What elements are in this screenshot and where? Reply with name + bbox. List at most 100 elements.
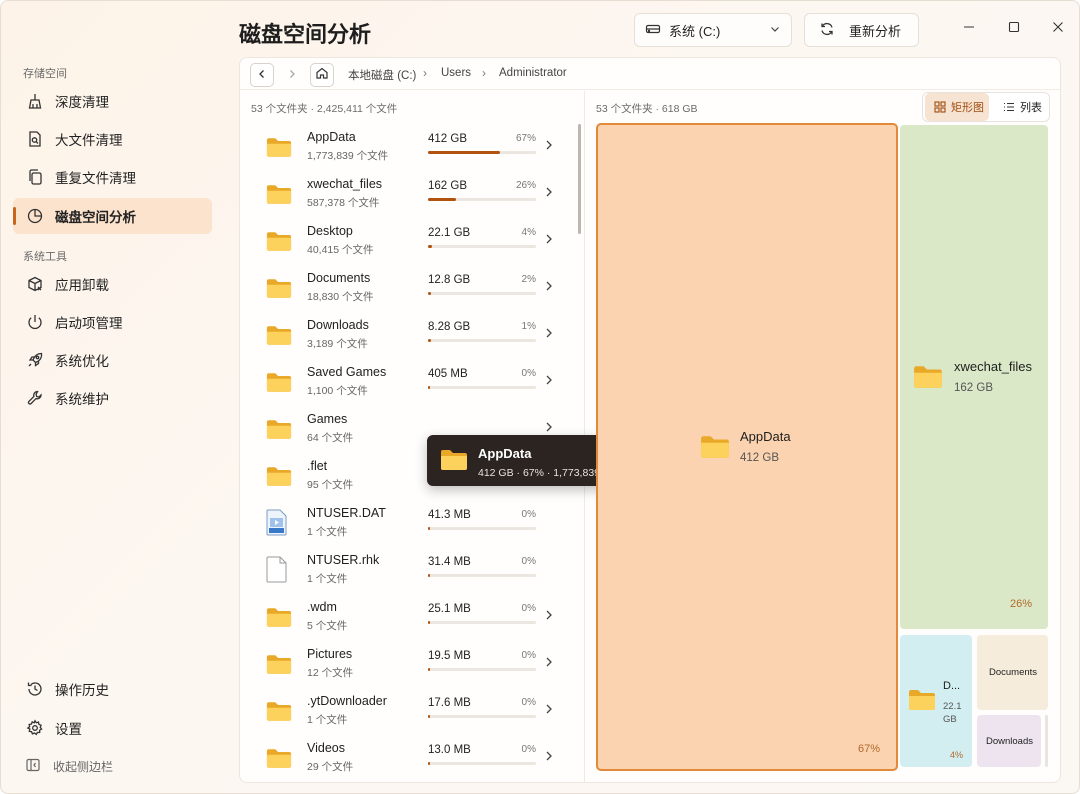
list-item[interactable]: NTUSER.DAT 1 个文件 41.3 MB 0% bbox=[240, 500, 580, 547]
breadcrumb-item-current: Administrator bbox=[499, 67, 567, 79]
list-item[interactable]: Downloads 3,189 个文件 8.28 GB 1% bbox=[240, 312, 580, 359]
forward-button[interactable] bbox=[280, 63, 304, 87]
drive-select-value: 系统 (C:) bbox=[669, 23, 721, 39]
gear-icon bbox=[25, 718, 45, 738]
chevron-right-icon[interactable] bbox=[544, 749, 554, 767]
chevron-right-icon[interactable] bbox=[544, 608, 554, 626]
sidebar-item-settings[interactable]: 设置 bbox=[13, 710, 212, 746]
list-item[interactable]: Pictures 12 个文件 19.5 MB 0% bbox=[240, 641, 580, 688]
collapse-sidebar-button[interactable]: 收起侧边栏 bbox=[25, 757, 113, 776]
sidebar-item-history[interactable]: 操作历史 bbox=[13, 671, 212, 707]
item-percent: 0% bbox=[521, 603, 536, 614]
item-file-count: 29 个文件 bbox=[307, 761, 354, 773]
item-percent: 0% bbox=[521, 697, 536, 708]
breadcrumb-item-users[interactable]: Users bbox=[441, 67, 471, 79]
minimize-button[interactable] bbox=[959, 19, 979, 39]
breadcrumb-item-drive[interactable]: 本地磁盘 (C:) bbox=[348, 67, 416, 83]
item-name: Desktop bbox=[307, 224, 353, 238]
sidebar-item-large-files[interactable]: 大文件清理 bbox=[13, 121, 212, 157]
sidebar-item-deep-clean[interactable]: 深度清理 bbox=[13, 83, 212, 119]
minimize-icon bbox=[963, 20, 975, 38]
folder-icon bbox=[266, 231, 292, 257]
folder-icon bbox=[266, 419, 292, 445]
chevron-left-icon bbox=[257, 66, 267, 84]
page-title: 磁盘空间分析 bbox=[239, 22, 372, 47]
item-name: .flet bbox=[307, 459, 328, 473]
view-treemap-button[interactable]: 矩形图 bbox=[925, 93, 989, 121]
folder-icon bbox=[913, 365, 943, 394]
chevron-right-icon[interactable] bbox=[544, 232, 554, 250]
item-usage-bar bbox=[428, 621, 536, 624]
item-file-count: 18,830 个文件 bbox=[307, 291, 374, 303]
treemap-tile-documents[interactable]: Documents bbox=[977, 635, 1048, 710]
sidebar-item-duplicate-files[interactable]: 重复文件清理 bbox=[13, 159, 212, 195]
item-file-count: 587,378 个文件 bbox=[307, 197, 380, 209]
list-item[interactable]: Desktop 40,415 个文件 22.1 GB 4% bbox=[240, 218, 580, 265]
home-button[interactable] bbox=[310, 63, 334, 87]
chevron-right-icon[interactable] bbox=[544, 702, 554, 720]
list-item[interactable]: .ytDownloader 1 个文件 17.6 MB 0% bbox=[240, 688, 580, 735]
item-size: 25.1 MB bbox=[428, 603, 471, 615]
item-file-count: 1 个文件 bbox=[307, 714, 348, 726]
folder-icon bbox=[266, 466, 292, 492]
chevron-down-icon bbox=[769, 23, 781, 38]
sidebar-item-label: 系统优化 bbox=[55, 354, 109, 369]
item-usage-fill bbox=[428, 527, 430, 530]
list-item[interactable]: .wdm 5 个文件 25.1 MB 0% bbox=[240, 594, 580, 641]
treemap-tile-appdata[interactable]: AppData 412 GB 67% bbox=[596, 123, 898, 771]
refresh-icon bbox=[819, 21, 835, 40]
back-button[interactable] bbox=[250, 63, 274, 87]
chevron-right-icon[interactable] bbox=[544, 279, 554, 297]
sidebar-item-optimize[interactable]: 系统优化 bbox=[13, 342, 212, 378]
folder-icon bbox=[266, 325, 292, 351]
tile-size: 162 GB bbox=[954, 382, 993, 394]
chevron-right-icon[interactable] bbox=[544, 326, 554, 344]
list-item[interactable]: xwechat_files 587,378 个文件 162 GB 26% bbox=[240, 171, 580, 218]
maximize-button[interactable] bbox=[1004, 19, 1024, 39]
treemap-tile-downloads[interactable]: Downloads bbox=[977, 715, 1041, 767]
treemap-tile-other[interactable] bbox=[1045, 715, 1048, 767]
list-item[interactable]: NTUSER.rhk 1 个文件 31.4 MB 0% bbox=[240, 547, 580, 594]
sidebar-item-startup[interactable]: 启动项管理 bbox=[13, 304, 212, 340]
close-icon bbox=[1052, 20, 1064, 38]
drive-select[interactable]: 系统 (C:) bbox=[634, 13, 792, 47]
list-item[interactable]: AppData 1,773,839 个文件 412 GB 67% bbox=[240, 124, 580, 171]
list-item[interactable]: Saved Games 1,100 个文件 405 MB 0% bbox=[240, 359, 580, 406]
view-list-button[interactable]: 列表 bbox=[995, 93, 1049, 121]
treemap-tile-xwechat-files[interactable]: xwechat_files 162 GB 26% bbox=[900, 125, 1048, 629]
sidebar-item-maintenance[interactable]: 系统维护 bbox=[13, 380, 212, 416]
folder-icon bbox=[266, 184, 292, 210]
item-size: 41.3 MB bbox=[428, 509, 471, 521]
sidebar-item-label: 大文件清理 bbox=[55, 133, 123, 148]
item-usage-bar bbox=[428, 245, 536, 248]
sidebar-item-uninstall[interactable]: 应用卸载 bbox=[13, 266, 212, 302]
treemap-tile-desktop[interactable]: D... 22.1 GB 4% bbox=[900, 635, 972, 767]
item-name: Downloads bbox=[307, 318, 369, 332]
item-name: Games bbox=[307, 412, 348, 426]
item-size: 405 MB bbox=[428, 368, 468, 380]
item-usage-bar bbox=[428, 339, 536, 342]
list-item[interactable]: Videos 29 个文件 13.0 MB 0% bbox=[240, 735, 580, 782]
item-file-count: 1 个文件 bbox=[307, 573, 348, 585]
list-scrollbar[interactable] bbox=[578, 124, 581, 234]
rescan-button[interactable]: 重新分析 bbox=[804, 13, 919, 47]
rocket-icon bbox=[25, 350, 45, 370]
item-percent: 0% bbox=[521, 650, 536, 661]
item-percent: 0% bbox=[521, 744, 536, 755]
item-file-count: 1,100 个文件 bbox=[307, 385, 368, 397]
item-percent: 67% bbox=[515, 133, 536, 144]
chevron-right-icon[interactable] bbox=[544, 138, 554, 156]
chevron-right-icon[interactable] bbox=[544, 185, 554, 203]
item-size: 8.28 GB bbox=[428, 321, 471, 333]
folder-icon bbox=[266, 607, 292, 633]
list-item[interactable]: Documents 18,830 个文件 12.8 GB 2% bbox=[240, 265, 580, 312]
folder-icon bbox=[266, 654, 292, 680]
chevron-right-icon[interactable] bbox=[544, 373, 554, 391]
close-button[interactable] bbox=[1048, 19, 1068, 39]
item-name: xwechat_files bbox=[307, 177, 383, 191]
sidebar-item-disk-analysis[interactable]: 磁盘空间分析 bbox=[13, 198, 212, 234]
item-name: NTUSER.rhk bbox=[307, 553, 380, 567]
chevron-right-icon[interactable] bbox=[544, 655, 554, 673]
tile-name: Downloads bbox=[986, 736, 1033, 747]
sidebar-item-label: 磁盘空间分析 bbox=[55, 210, 136, 225]
